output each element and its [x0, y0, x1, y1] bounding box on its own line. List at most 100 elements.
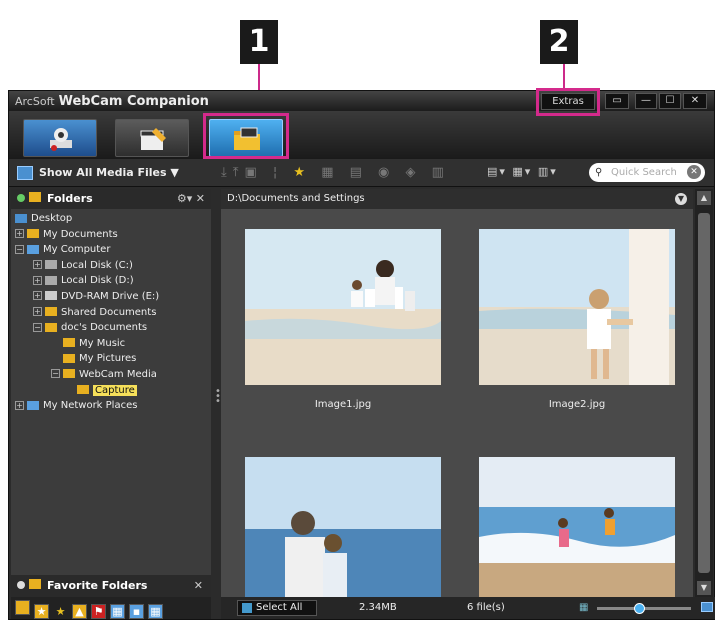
- tree-item-capture[interactable]: Capture: [15, 383, 207, 399]
- tree-item-docs-documents[interactable]: − doc's Documents: [15, 320, 207, 336]
- calendar-shortcut-icon[interactable]: ▦: [110, 604, 125, 619]
- scroll-up-icon[interactable]: ▲: [697, 191, 711, 205]
- tree-item-dvd-drive[interactable]: + DVD-RAM Drive (E:): [15, 289, 207, 305]
- collapse-icon[interactable]: −: [51, 369, 60, 379]
- edit-mode-button[interactable]: [115, 119, 189, 157]
- search-input[interactable]: ⚲ Quick Search ✕: [589, 163, 705, 182]
- pane-splitter[interactable]: • • •: [213, 189, 221, 619]
- favorite-folder-icon: [29, 579, 41, 589]
- thumbnail-image3[interactable]: [245, 457, 441, 613]
- tree-item-label: DVD-RAM Drive (E:): [61, 290, 160, 302]
- folders-title: Folders: [47, 192, 93, 205]
- grid-shortcut-icon[interactable]: ▦: [148, 604, 163, 619]
- callout-2: 2: [540, 20, 578, 64]
- tree-item-my-computer[interactable]: − My Computer: [15, 242, 207, 258]
- folders-header: Folders ⚙▾ ✕: [11, 189, 211, 209]
- tree-item-shared-documents[interactable]: + Shared Documents: [15, 305, 207, 321]
- folder-icon: [77, 385, 89, 395]
- folder-icon: [63, 369, 75, 379]
- brand-name: ArcSoft: [15, 95, 55, 108]
- favorites-title: Favorite Folders: [47, 579, 148, 592]
- maximize-button[interactable]: ☐: [659, 93, 681, 109]
- scroll-thumb[interactable]: [698, 213, 710, 573]
- tree-item-webcam-media[interactable]: − WebCam Media: [15, 367, 207, 383]
- zoom-slider-knob[interactable]: [634, 603, 646, 614]
- tree-item-label: Shared Documents: [61, 306, 157, 318]
- computer-icon: [27, 244, 39, 254]
- thumbnail-image2[interactable]: [479, 229, 675, 385]
- vertical-scrollbar[interactable]: ▲ ▼: [695, 189, 713, 597]
- photo-shortcut-icon[interactable]: ▪: [129, 604, 144, 619]
- expand-icon[interactable]: +: [33, 291, 42, 301]
- media-action-icons[interactable]: ⤓⤒▣ ¦ ★ ▦ ▤ ◉ ◈ ▥: [221, 165, 450, 180]
- collapse-icon[interactable]: −: [33, 322, 42, 332]
- clapperboard-pencil-icon: [140, 128, 166, 150]
- expand-icon[interactable]: +: [33, 307, 42, 317]
- clear-search-icon[interactable]: ✕: [687, 165, 701, 179]
- current-path: D:\Documents and Settings: [227, 193, 365, 204]
- tree-item-label: My Music: [79, 337, 126, 349]
- tree-item-my-music[interactable]: My Music: [15, 336, 207, 352]
- show-all-media-dropdown[interactable]: Show All Media Files ▼: [17, 163, 179, 183]
- thumbnail-image1[interactable]: [245, 229, 441, 385]
- select-all-button[interactable]: Select All: [237, 600, 317, 616]
- thumbnail-grid-icon[interactable]: ▦: [579, 597, 588, 619]
- large-thumbnail-icon[interactable]: [701, 602, 713, 612]
- capture-mode-button[interactable]: [23, 119, 97, 157]
- kids-running-photo-image: [479, 457, 675, 613]
- minimize-button[interactable]: —: [635, 93, 657, 109]
- favorite-folders-header: Favorite Folders ✕: [11, 575, 211, 597]
- tree-item-local-disk-c[interactable]: + Local Disk (C:): [15, 258, 207, 274]
- folder-tree: Desktop + My Documents − My Computer + Loca…: [11, 209, 211, 416]
- desktop-icon: [15, 213, 27, 223]
- show-all-label: Show All Media Files: [39, 166, 167, 179]
- pane-options-icon[interactable]: ⚙▾ ✕: [177, 189, 205, 209]
- favorite-folder-shortcuts: ★ ★ ▲ ⚑ ▦ ▪ ▦: [11, 597, 211, 619]
- lock-shortcut-icon[interactable]: ▲: [72, 604, 87, 619]
- hands-photo-image: [479, 229, 675, 385]
- status-bar: Select All 2.34MB 6 file(s) ▦: [221, 597, 715, 619]
- expand-icon[interactable]: +: [33, 260, 42, 270]
- status-dot-icon: [17, 194, 25, 202]
- expand-icon[interactable]: +: [15, 229, 24, 239]
- drive-icon: [45, 260, 57, 270]
- toolbar: Show All Media Files ▼ ⤓⤒▣ ¦ ★ ▦ ▤ ◉ ◈ ▥…: [9, 159, 714, 187]
- tree-item-network-places[interactable]: + My Network Places: [15, 398, 207, 414]
- folder-star-shortcut-icon[interactable]: ★: [34, 604, 49, 619]
- thumbnail-image4[interactable]: [479, 457, 675, 613]
- browse-folder-button[interactable]: ▭: [605, 93, 629, 109]
- tree-item-label: My Pictures: [79, 353, 137, 365]
- tree-item-label: WebCam Media: [79, 368, 157, 380]
- folder-icon: [45, 307, 57, 317]
- scroll-down-icon[interactable]: ▼: [697, 581, 711, 595]
- collapse-icon[interactable]: −: [15, 244, 24, 254]
- media-files-icon: [17, 166, 33, 180]
- tree-item-label: doc's Documents: [61, 322, 148, 334]
- flag-shortcut-icon[interactable]: ⚑: [91, 604, 106, 619]
- tree-item-my-documents[interactable]: + My Documents: [15, 227, 207, 243]
- mode-bar: [9, 111, 714, 159]
- view-options-icons[interactable]: ▤▾ ▦▾ ▥▾: [487, 165, 558, 178]
- search-placeholder: Quick Search: [611, 167, 677, 178]
- pictures-folder-icon: [63, 353, 75, 363]
- star-shortcut-icon[interactable]: ★: [53, 605, 68, 620]
- network-icon: [27, 400, 39, 410]
- tree-item-desktop[interactable]: Desktop: [15, 211, 207, 227]
- callout-1: 1: [240, 20, 278, 64]
- close-favorites-icon[interactable]: ✕: [194, 575, 203, 597]
- close-button[interactable]: ✕: [683, 93, 707, 109]
- tree-item-label: My Network Places: [43, 400, 138, 412]
- tree-item-label: Desktop: [31, 213, 73, 224]
- path-dropdown-icon[interactable]: ▼: [675, 193, 687, 205]
- tree-item-my-pictures[interactable]: My Pictures: [15, 351, 207, 367]
- star-icon[interactable]: ★: [293, 165, 311, 180]
- folder-icon: [29, 192, 41, 202]
- media-browser: D:\Documents and Settings ▼ Image1.jpg Im…: [221, 189, 693, 613]
- tree-item-label: Local Disk (C:): [61, 259, 133, 271]
- tree-item-local-disk-d[interactable]: + Local Disk (D:): [15, 273, 207, 289]
- folder-shortcut-icon[interactable]: [15, 600, 30, 615]
- path-bar: D:\Documents and Settings ▼: [221, 189, 693, 209]
- expand-icon[interactable]: +: [33, 275, 42, 285]
- expand-icon[interactable]: +: [15, 400, 24, 410]
- folders-pane: Folders ⚙▾ ✕ Desktop + My Documents − My Co…: [11, 189, 211, 619]
